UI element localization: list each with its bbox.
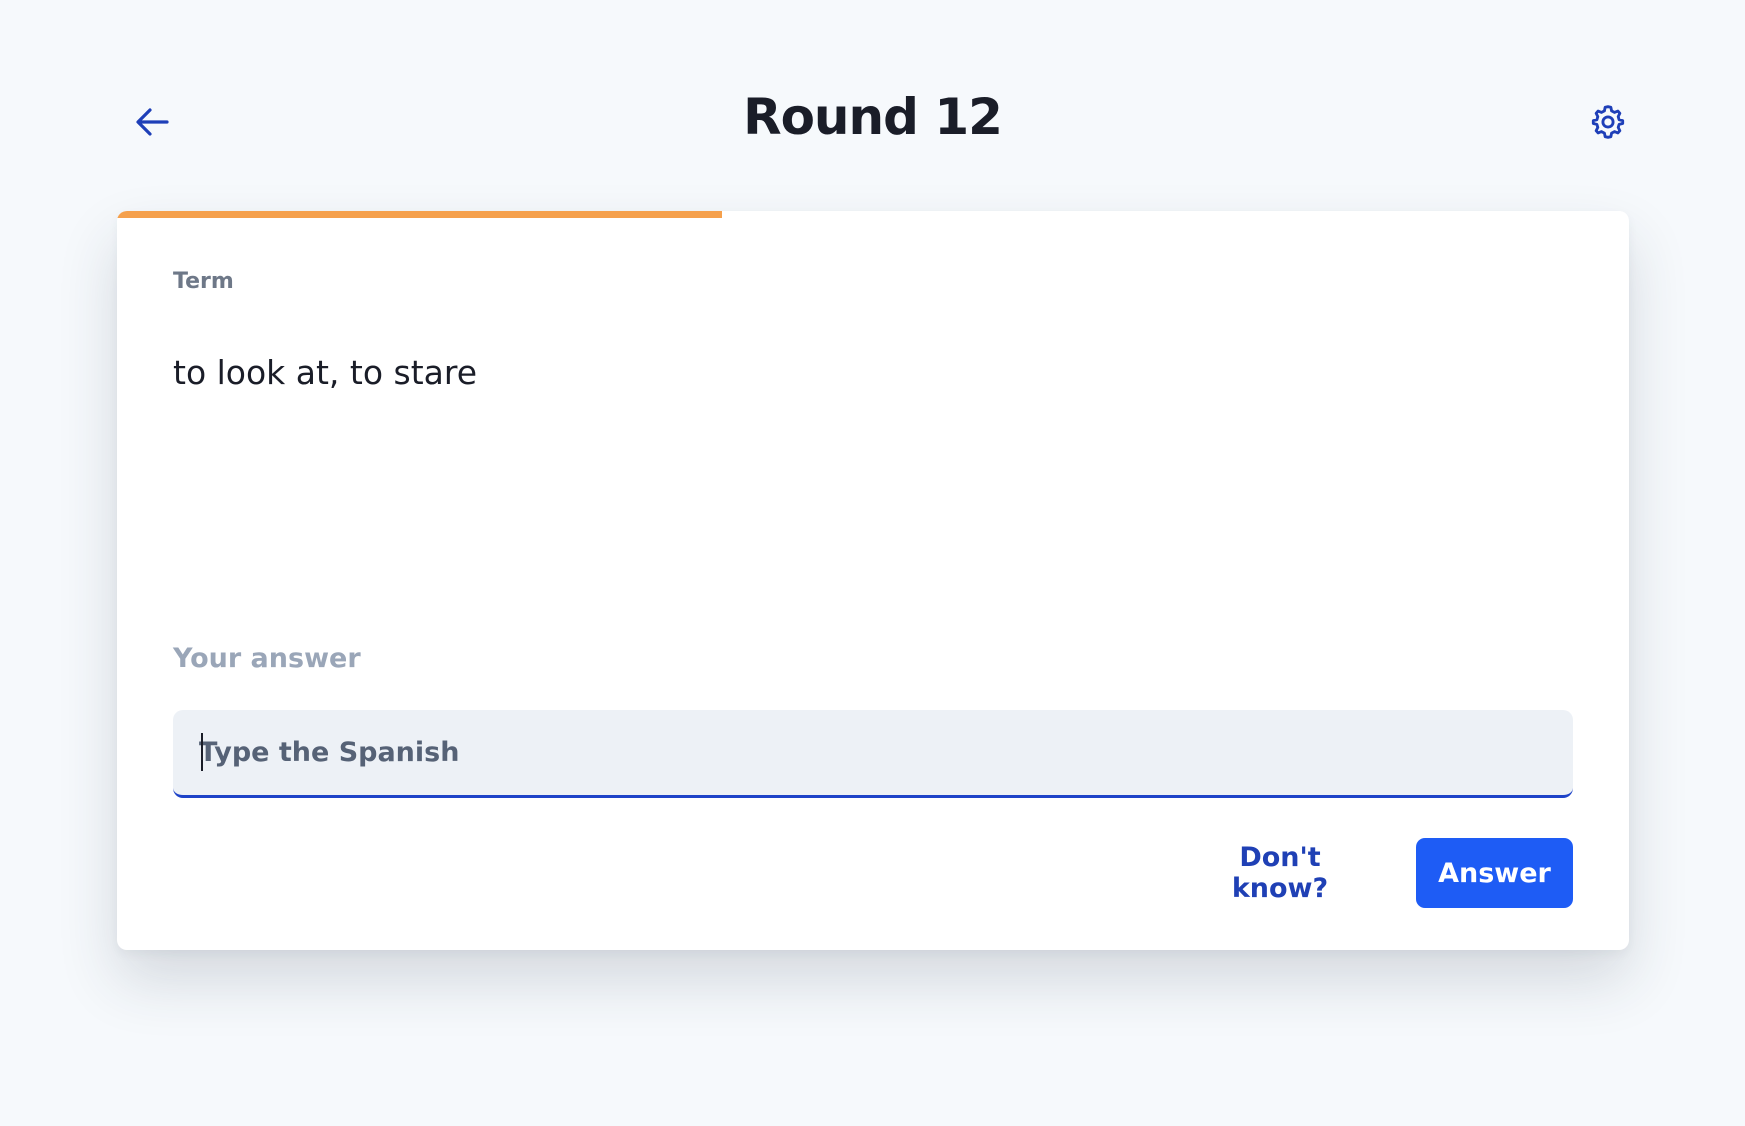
text-caret (201, 733, 203, 771)
round-progress-bar (117, 211, 1629, 218)
round-progress-fill (117, 211, 722, 218)
question-card: Term to look at, to stare Your answer Do… (117, 211, 1629, 950)
settings-button[interactable] (1568, 98, 1628, 146)
term-text: to look at, to stare (173, 353, 478, 392)
answer-label: Your answer (173, 643, 361, 674)
answer-button[interactable]: Answer (1416, 838, 1573, 908)
gear-icon (1568, 104, 1628, 140)
term-label: Term (173, 269, 234, 294)
dont-know-button[interactable]: Don't know? (1197, 838, 1363, 908)
header-bar: Round 12 (117, 80, 1628, 160)
page-title: Round 12 (743, 88, 1003, 146)
answer-input[interactable] (173, 710, 1573, 798)
